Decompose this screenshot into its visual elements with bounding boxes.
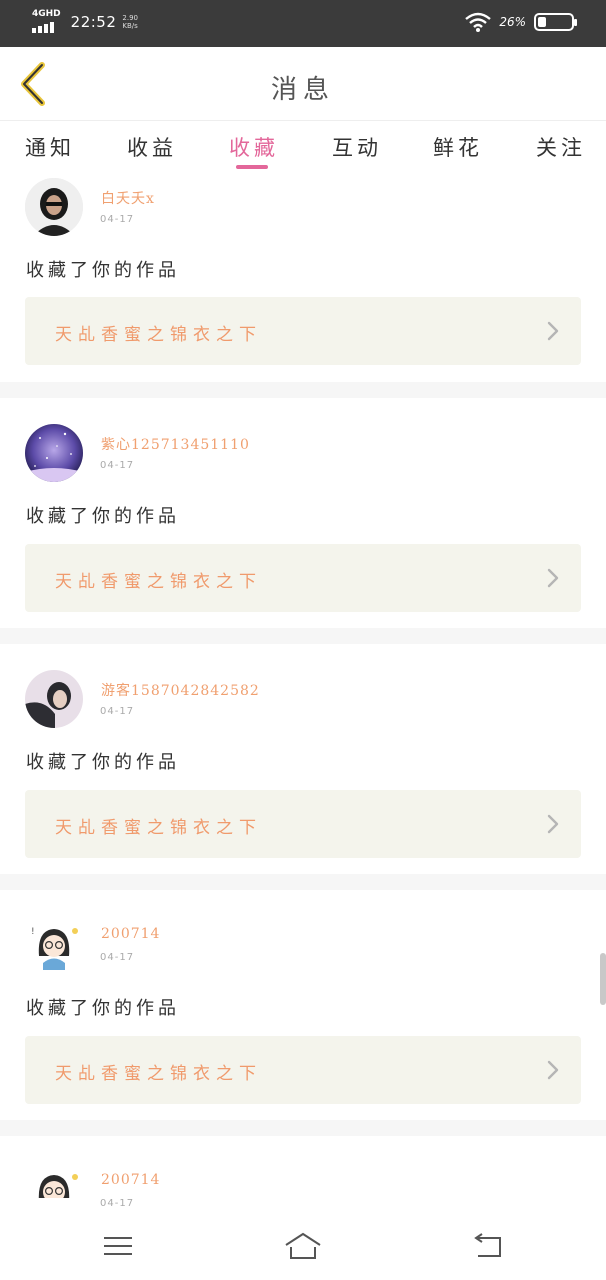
work-card[interactable]: 天乩香蜜之锦衣之下 — [25, 1036, 581, 1104]
svg-text:!: ! — [31, 927, 35, 937]
page-title: 消息 — [270, 75, 335, 105]
list-item: 白夭夭x 04-17 收藏了你的作品 天乩香蜜之锦衣之下 — [0, 174, 606, 382]
menu-icon[interactable] — [98, 1230, 138, 1262]
back-icon[interactable] — [468, 1230, 508, 1262]
username[interactable]: 游客1587042842582 — [101, 680, 260, 700]
avatar[interactable] — [25, 178, 83, 236]
work-card[interactable]: 天乩香蜜之锦衣之下 — [25, 790, 581, 858]
message-date: 04-17 — [100, 1198, 135, 1209]
cartoon-girl-avatar-icon: ! — [25, 916, 83, 974]
tab-follows[interactable]: 关注 — [536, 132, 586, 162]
home-icon[interactable] — [283, 1230, 323, 1262]
tab-interactions[interactable]: 互动 — [332, 132, 382, 162]
header: 消息 — [0, 47, 606, 121]
dark-hair-avatar-icon — [25, 178, 83, 236]
tab-favorites[interactable]: 收藏 — [229, 132, 279, 162]
list-item: ! 200714 04-17 收藏了你的作品 天乩香蜜之锦衣之下 — [0, 890, 606, 1120]
chevron-right-icon — [547, 568, 559, 588]
list-item: 游客1587042842582 04-17 收藏了你的作品 天乩香蜜之锦衣之下 — [0, 644, 606, 874]
username[interactable]: 紫心125713451110 — [101, 434, 250, 454]
message-date: 04-17 — [100, 952, 135, 963]
avatar[interactable]: ! — [25, 916, 83, 974]
avatar[interactable] — [25, 670, 83, 728]
work-title: 天乩香蜜之锦衣之下 — [55, 572, 262, 592]
work-title: 天乩香蜜之锦衣之下 — [55, 325, 262, 345]
message-action: 收藏了你的作品 — [26, 752, 180, 773]
work-card[interactable]: 天乩香蜜之锦衣之下 — [25, 297, 581, 365]
tab-earnings[interactable]: 收益 — [127, 132, 177, 162]
tab-notifications[interactable]: 通知 — [25, 132, 75, 162]
clock: 22:52 — [70, 12, 117, 31]
list-item: 紫心125713451110 04-17 收藏了你的作品 天乩香蜜之锦衣之下 — [0, 398, 606, 628]
message-date: 04-17 — [100, 214, 135, 225]
list-item: 200714 04-17 — [0, 1136, 606, 1216]
chevron-right-icon — [547, 321, 559, 341]
scrollbar[interactable] — [600, 953, 606, 1005]
divider — [0, 874, 606, 890]
net-speed-unit: KB/s — [122, 21, 138, 30]
chevron-right-icon — [547, 1060, 559, 1080]
cartoon-girl-avatar-icon — [25, 1162, 83, 1198]
message-action: 收藏了你的作品 — [26, 506, 180, 527]
status-bar: 4GHD 22:52 2.90 KB/s 26% — [0, 0, 606, 47]
starry-sky-avatar-icon — [25, 424, 83, 482]
person-avatar-icon — [25, 670, 83, 728]
tab-flowers[interactable]: 鲜花 — [433, 132, 483, 162]
message-date: 04-17 — [100, 460, 135, 471]
avatar[interactable] — [25, 1162, 83, 1198]
status-left: 4GHD 22:52 2.90 KB/s — [32, 10, 138, 33]
work-title: 天乩香蜜之锦衣之下 — [55, 1064, 262, 1084]
system-nav-bar — [0, 1212, 606, 1280]
message-action: 收藏了你的作品 — [26, 998, 180, 1019]
divider — [0, 1120, 606, 1136]
wifi-icon — [465, 12, 492, 32]
message-action: 收藏了你的作品 — [26, 260, 180, 281]
net-speed-value: 2.90 — [122, 13, 138, 22]
battery-percent: 26% — [499, 15, 526, 29]
tab-bar: 通知 收益 收藏 互动 鲜花 关注 — [0, 122, 606, 174]
battery-icon — [534, 13, 577, 31]
work-card[interactable]: 天乩香蜜之锦衣之下 — [25, 544, 581, 612]
username[interactable]: 白夭夭x — [101, 188, 155, 208]
avatar[interactable] — [25, 424, 83, 482]
divider — [0, 382, 606, 398]
network-type: 4GHD — [32, 9, 61, 19]
work-title: 天乩香蜜之锦衣之下 — [55, 818, 262, 838]
divider — [0, 628, 606, 644]
message-date: 04-17 — [100, 706, 135, 717]
active-tab-indicator — [236, 165, 268, 169]
username[interactable]: 200714 — [101, 926, 160, 942]
signal-icon — [32, 21, 61, 33]
chevron-right-icon — [547, 814, 559, 834]
status-right: 26% — [465, 12, 577, 32]
username[interactable]: 200714 — [101, 1172, 160, 1188]
